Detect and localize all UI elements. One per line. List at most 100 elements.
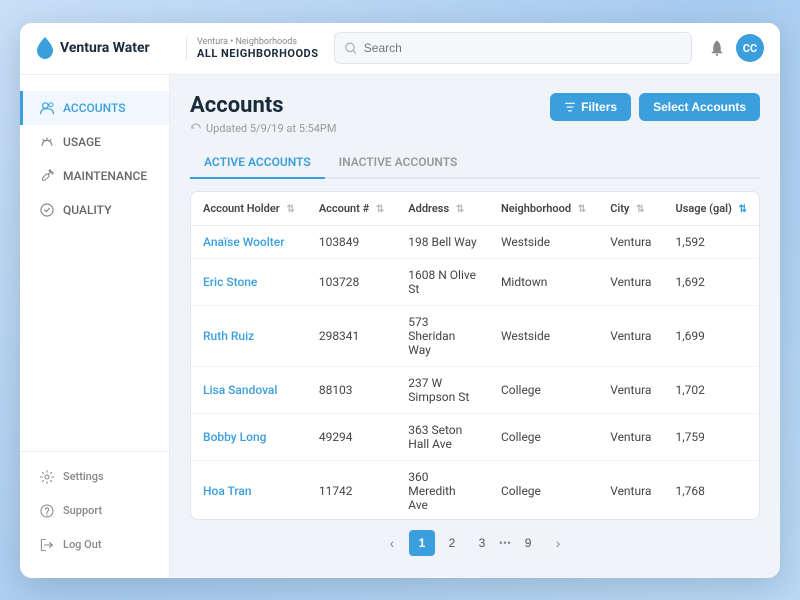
cell-holder: Anaïse Woolter	[191, 225, 307, 258]
sidebar-item-settings[interactable]: Settings	[20, 460, 169, 494]
support-label: Support	[63, 504, 102, 517]
cell-account-num: 88103	[307, 366, 396, 413]
table-row: Bobby Long 49294 363 Seton Hall Ave Coll…	[191, 413, 759, 460]
next-page-button[interactable]: ›	[545, 530, 571, 556]
prev-page-button[interactable]: ‹	[379, 530, 405, 556]
search-icon	[345, 42, 357, 55]
account-holder-link[interactable]: Hoa Tran	[203, 484, 252, 498]
cell-account-num: 11742	[307, 460, 396, 519]
sidebar-item-logout[interactable]: Log Out	[20, 528, 169, 562]
cell-account-num: 103849	[307, 225, 396, 258]
col-header-address[interactable]: Address ⇅	[396, 192, 489, 226]
col-header-holder[interactable]: Account Holder ⇅	[191, 192, 307, 226]
nav-items: ACCOUNTS USAGE MAINTENANCE	[20, 91, 169, 451]
cell-address: 573 Sheridan Way	[396, 305, 489, 366]
table-row: Ruth Ruiz 298341 573 Sheridan Way Westsi…	[191, 305, 759, 366]
col-header-city[interactable]: City ⇅	[598, 192, 663, 226]
cell-neighborhood: College	[489, 366, 598, 413]
col-header-neighborhood[interactable]: Neighborhood ⇅	[489, 192, 598, 226]
sort-neighborhood-icon: ⇅	[578, 204, 586, 215]
usage-icon	[39, 134, 55, 150]
account-holder-link[interactable]: Lisa Sandoval	[203, 383, 277, 397]
nav-bottom: Settings Support Log Out	[20, 451, 169, 562]
sidebar-item-maintenance[interactable]: MAINTENANCE	[20, 159, 169, 193]
sidebar-item-usage[interactable]: USAGE	[20, 125, 169, 159]
cell-usage: 1,759	[663, 413, 759, 460]
support-icon	[39, 503, 55, 519]
cell-neighborhood: Westside	[489, 225, 598, 258]
filter-icon	[564, 101, 576, 113]
tab-active-accounts[interactable]: ACTIVE ACCOUNTS	[190, 147, 325, 179]
select-accounts-button[interactable]: Select Accounts	[639, 93, 760, 121]
page-2-button[interactable]: 2	[439, 530, 465, 556]
logout-label: Log Out	[63, 538, 102, 551]
search-bar[interactable]	[334, 32, 692, 64]
cell-usage: 1,699	[663, 305, 759, 366]
sort-usage-icon: ⇅	[739, 204, 747, 215]
settings-icon	[39, 469, 55, 485]
sidebar-item-accounts[interactable]: ACCOUNTS	[20, 91, 169, 125]
maintenance-icon	[39, 168, 55, 184]
table-row: Lisa Sandoval 88103 237 W Simpson St Col…	[191, 366, 759, 413]
topbar-icons: CC	[708, 34, 764, 62]
filters-button[interactable]: Filters	[550, 93, 631, 121]
sidebar-item-quality[interactable]: QUALITY	[20, 193, 169, 227]
sort-holder-icon: ⇅	[286, 204, 294, 215]
cell-city: Ventura	[598, 460, 663, 519]
account-holder-link[interactable]: Ruth Ruiz	[203, 329, 254, 343]
cell-address: 237 W Simpson St	[396, 366, 489, 413]
account-holder-link[interactable]: Anaïse Woolter	[203, 235, 284, 249]
tab-inactive-accounts[interactable]: INACTIVE ACCOUNTS	[325, 147, 472, 179]
col-header-usage[interactable]: Usage (gal) ⇅	[663, 192, 759, 226]
cell-city: Ventura	[598, 305, 663, 366]
breadcrumb-parent: Ventura • Neighborhoods	[197, 37, 318, 47]
table-row: Hoa Tran 11742 360 Meredith Ave College …	[191, 460, 759, 519]
col-header-account-num[interactable]: Account # ⇅	[307, 192, 396, 226]
cell-holder: Hoa Tran	[191, 460, 307, 519]
usage-label: USAGE	[63, 135, 101, 149]
quality-label: QUALITY	[63, 203, 111, 217]
account-holder-link[interactable]: Bobby Long	[203, 430, 266, 444]
main-layout: ACCOUNTS USAGE MAINTENANCE	[20, 75, 780, 578]
content-header: Accounts Updated 5/9/19 at 5:54PM	[190, 93, 760, 135]
logo: Ventura Water	[36, 37, 176, 59]
page-3-button[interactable]: 3	[469, 530, 495, 556]
cell-usage: 1,768	[663, 460, 759, 519]
cell-address: 363 Seton Hall Ave	[396, 413, 489, 460]
logo-text: Ventura Water	[60, 40, 150, 56]
accounts-table: Account Holder ⇅ Account # ⇅ Address ⇅	[191, 192, 759, 520]
cell-city: Ventura	[598, 413, 663, 460]
cell-city: Ventura	[598, 258, 663, 305]
table-row: Anaïse Woolter 103849 198 Bell Way Wests…	[191, 225, 759, 258]
cell-account-num: 298341	[307, 305, 396, 366]
avatar[interactable]: CC	[736, 34, 764, 62]
sort-address-icon: ⇅	[456, 204, 464, 215]
cell-usage: 1,702	[663, 366, 759, 413]
search-input[interactable]	[364, 41, 681, 55]
cell-account-num: 49294	[307, 413, 396, 460]
content-area: Accounts Updated 5/9/19 at 5:54PM	[170, 75, 780, 578]
sidebar: ACCOUNTS USAGE MAINTENANCE	[20, 75, 170, 578]
page-1-button[interactable]: 1	[409, 530, 435, 556]
sidebar-item-support[interactable]: Support	[20, 494, 169, 528]
cell-city: Ventura	[598, 225, 663, 258]
cell-neighborhood: Westside	[489, 305, 598, 366]
cell-neighborhood: College	[489, 460, 598, 519]
table-body: Anaïse Woolter 103849 198 Bell Way Wests…	[191, 225, 759, 519]
refresh-icon	[190, 122, 202, 134]
header-actions: Filters Select Accounts	[550, 93, 760, 121]
updated-text: Updated 5/9/19 at 5:54PM	[190, 122, 336, 135]
bell-icon[interactable]	[708, 39, 726, 57]
page-9-button[interactable]: 9	[515, 530, 541, 556]
table-header-row: Account Holder ⇅ Account # ⇅ Address ⇅	[191, 192, 759, 226]
accounts-icon	[39, 100, 55, 116]
cell-holder: Lisa Sandoval	[191, 366, 307, 413]
cell-usage: 1,592	[663, 225, 759, 258]
cell-usage: 1,692	[663, 258, 759, 305]
account-holder-link[interactable]: Eric Stone	[203, 275, 257, 289]
accounts-label: ACCOUNTS	[63, 101, 126, 115]
sort-city-icon: ⇅	[636, 204, 644, 215]
breadcrumb: Ventura • Neighborhoods ALL NEIGHBORHOOD…	[186, 37, 318, 60]
cell-holder: Bobby Long	[191, 413, 307, 460]
cell-address: 360 Meredith Ave	[396, 460, 489, 519]
